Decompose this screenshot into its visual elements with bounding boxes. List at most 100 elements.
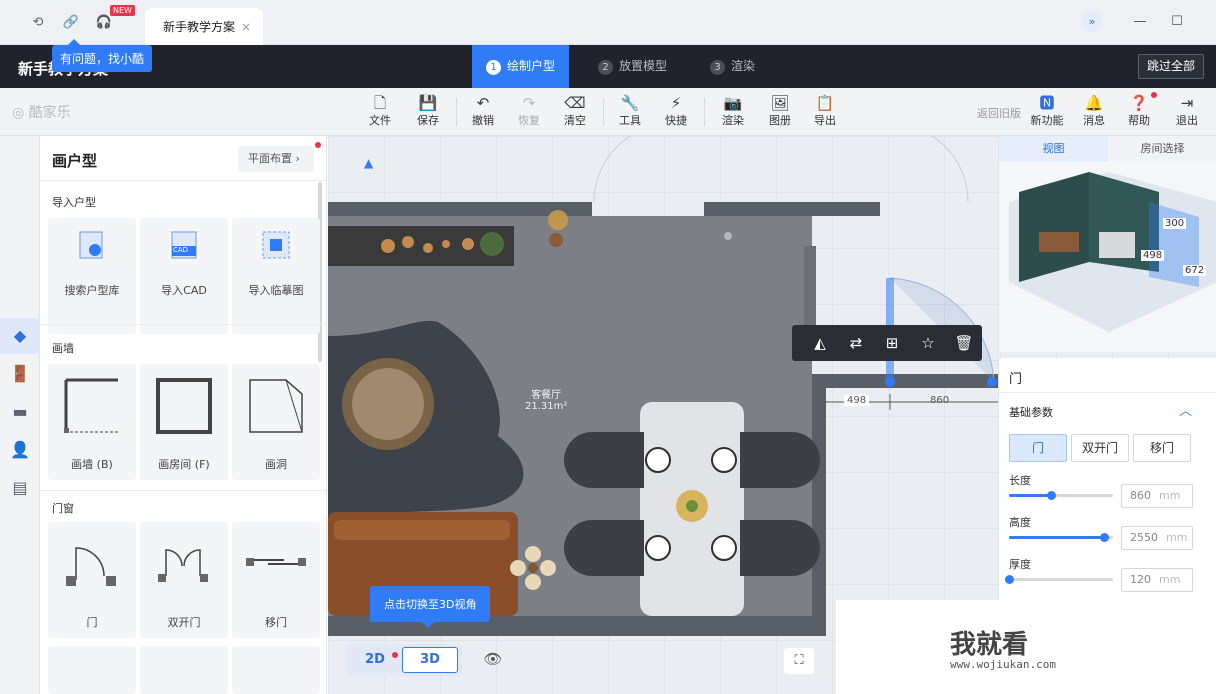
card-label: 导入临摹图 [248,284,304,297]
slider-knob[interactable] [1099,533,1109,542]
refresh-icon[interactable]: ⟲ [28,13,48,33]
headset-icon[interactable]: 🎧 [94,13,114,33]
tab-room-select[interactable]: 房间选择 [1108,136,1216,162]
undo-icon: ↶ [476,94,490,112]
step-draw-layout[interactable]: 1 绘制户型 [472,45,570,88]
room-label[interactable]: 客餐厅 21.31m² [525,386,567,412]
step-number: 1 [486,60,501,75]
tools-button[interactable]: 🔧 工具 [608,94,652,128]
dimension-label-left[interactable]: 498 [844,395,870,406]
tracing-image-icon [262,231,290,259]
top-bar: 新手教学方案 1绘制户型 2放置模型 3渲染 跳过全部 [0,45,1216,88]
file-button[interactable]: 🗋 文件 [358,94,402,128]
dimension-label-right[interactable]: 860 [930,395,949,406]
tool-label: 文件 [369,114,391,127]
door-icon[interactable]: 🚪 [0,356,40,392]
eye-icon[interactable]: 👁 [478,650,508,672]
exit-button[interactable]: ⇥ 退出 [1165,94,1209,128]
swap-icon[interactable]: ⇄ [846,333,866,353]
add-copy-icon[interactable]: ⊞ [882,333,902,353]
section-import-title: 导入户型 [52,196,96,209]
thickness-slider[interactable] [1005,575,1113,584]
length-slider[interactable] [1009,491,1113,500]
sofa-icon[interactable]: ▬ [0,394,40,430]
more-card[interactable] [140,646,228,694]
undo-button[interactable]: ↶ 撤销 [461,94,505,128]
section-wall-title: 画墙 [52,342,74,355]
type-double-door-button[interactable]: 双开门 [1071,434,1129,462]
import-cad-card[interactable]: CAD 导入CAD [140,218,228,334]
cabinet-icon[interactable]: ▤ [0,470,40,506]
fit-view-icon[interactable]: ⛶ [784,648,814,674]
sliding-door-card[interactable]: 移门 [232,522,320,638]
collapse-icon[interactable]: » [1082,12,1102,32]
draw-wall-card[interactable]: 画墙 (B) [48,364,136,480]
tab-current-plan[interactable]: 新手教学方案 × [145,8,263,45]
redo-button[interactable]: ↷ 恢复 [507,94,551,128]
type-door-button[interactable]: 门 [1009,434,1067,462]
minimize-icon[interactable]: — [1131,12,1149,32]
double-door-card[interactable]: 双开门 [140,522,228,638]
tab-view[interactable]: 视图 [999,136,1108,162]
height-input[interactable]: 2550 mm [1121,526,1193,550]
album-button[interactable]: 🖼 图册 [758,94,802,128]
step-place-model[interactable]: 2 放置模型 [584,45,681,88]
floor-layout-button[interactable]: 平面布置 › [238,146,314,172]
image-icon: 🖼 [770,94,790,112]
notification-dot [1151,92,1157,98]
tab-close-icon[interactable]: × [241,20,251,34]
link-icon[interactable]: 🔗 [61,13,81,33]
mirror-icon[interactable]: ◭ [810,333,830,353]
preview-label: 672 [1183,265,1207,276]
new-features-button[interactable]: 🅽 新功能 [1025,94,1069,128]
card-label: 搜索户型库 [64,284,120,297]
maximize-icon[interactable]: ☐ [1168,12,1186,32]
card-label: 画墙 (B) [71,458,113,471]
param-unit: mm [1159,489,1181,502]
messages-button[interactable]: 🔔 消息 [1072,94,1116,128]
save-button[interactable]: 💾 保存 [406,94,450,128]
slider-knob[interactable] [1046,491,1056,500]
render-button[interactable]: 📷 渲染 [711,94,755,128]
person-icon[interactable]: 👤 [0,432,40,468]
trash-icon[interactable]: 🗑 [954,333,974,353]
draw-layout-icon[interactable]: ◆ [0,318,40,354]
step-label: 放置模型 [619,59,668,73]
view-3d-button[interactable]: 3D [402,647,458,673]
card-label: 移门 [265,616,287,629]
shortcut-button[interactable]: ⚡ 快捷 [654,94,698,128]
hole-icon [249,379,303,433]
design-canvas[interactable]: 498 860 客餐厅 21.31m² ▲ ◭ ⇄ ⊞ ☆ 🗑 视图 房间选择 … [328,136,1216,694]
step-label: 绘制户型 [507,59,556,73]
more-card[interactable] [232,646,320,694]
export-icon: 📋 [815,94,835,112]
draw-room-card[interactable]: 画房间 (F) [140,364,228,480]
export-button[interactable]: 📋 导出 [803,94,847,128]
door-card[interactable]: 门 [48,522,136,638]
props-title: 门 [1009,372,1023,387]
length-input[interactable]: 860 mm [1121,484,1193,508]
clear-button[interactable]: ⌫ 清空 [553,94,597,128]
toolbar-divider [704,98,705,126]
thickness-input[interactable]: 120 mm [1121,568,1193,592]
compass-icon: ▲ [364,156,374,170]
height-slider[interactable] [1009,533,1113,542]
skip-all-button[interactable]: 跳过全部 [1138,54,1205,79]
draw-hole-card[interactable]: 画洞 [232,364,320,480]
step-number: 3 [710,60,725,75]
search-layout-library-card[interactable]: 搜索户型库 [48,218,136,334]
help-button[interactable]: ❓ 帮助 [1117,94,1161,128]
toolbar-divider [603,98,604,126]
back-to-old-version-link[interactable]: 返回旧版 [977,105,1021,121]
type-sliding-door-button[interactable]: 移门 [1133,434,1191,462]
star-icon[interactable]: ☆ [918,333,938,353]
import-tracing-card[interactable]: 导入临摹图 [232,218,320,334]
3d-preview[interactable] [999,162,1216,352]
more-card[interactable] [48,646,136,694]
param-value: 860 [1130,489,1151,502]
chevron-up-icon[interactable]: ︿ [1179,400,1192,419]
step-render[interactable]: 3 渲染 [696,45,769,88]
param-unit: mm [1166,531,1188,544]
slider-knob[interactable] [1005,575,1014,584]
help-hint-tooltip[interactable]: 有问题，找小酷 [52,39,153,72]
